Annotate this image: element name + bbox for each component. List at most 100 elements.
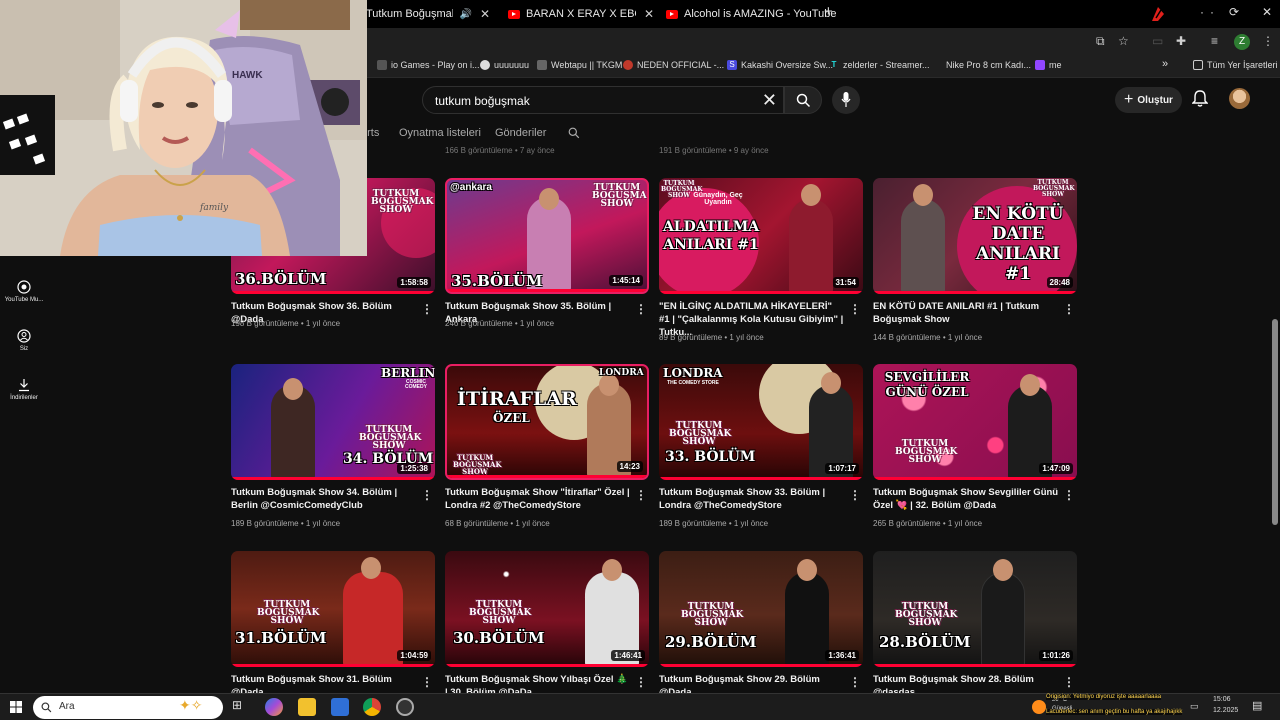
video-card[interactable]: TUTKUM BOĞUŞMAK SHOW 30.BÖLÜM 1:46:41 Tu… xyxy=(445,551,649,698)
video-card[interactable]: TUTKUM BOĞUŞMAK SHOW 31.BÖLÜM 1:04:59 Tu… xyxy=(231,551,435,698)
video-thumbnail[interactable]: TUTKUM BOĞUŞMAK SHOW EN KÖTÜ DATE ANILAR… xyxy=(873,178,1077,294)
more-actions-icon[interactable]: ⋮ xyxy=(635,488,647,502)
video-thumbnail[interactable]: TUTKUM BOĞUŞMAK SHOW Günaydın, Geç Uyand… xyxy=(659,178,863,294)
video-thumbnail[interactable]: SEVGİLİLER GÜNÜ ÖZEL TUTKUM BOĞUŞMAK SHO… xyxy=(873,364,1077,480)
clock-time[interactable]: 15:06 xyxy=(1213,696,1231,703)
more-actions-icon[interactable]: ⋮ xyxy=(421,488,433,502)
search-input[interactable]: tutkum boğuşmak ✕ xyxy=(422,86,784,114)
video-title[interactable]: Tutkum Boğuşmak Show 34. Bölüm | Berlin … xyxy=(231,486,417,512)
create-button[interactable]: + Oluştur xyxy=(1115,87,1182,113)
bookmark-item[interactable]: Nike Pro 8 cm Kadı... xyxy=(932,60,1031,70)
tab-tutkum[interactable]: Tutkum Boğuşmak Show 3· 🔊 ✕ xyxy=(366,3,490,25)
speaker-icon[interactable]: 🔊 xyxy=(459,9,471,20)
menu-kebab-icon[interactable]: ⋮ xyxy=(1262,34,1274,48)
bookmark-item[interactable]: uuuuuuu xyxy=(480,60,529,70)
user-avatar[interactable] xyxy=(1229,88,1250,109)
video-thumbnail[interactable]: @ankara TUTKUM BOĞUŞMAK SHOW 35.BÖLÜM 1:… xyxy=(445,178,649,294)
close-tab-icon[interactable]: ✕ xyxy=(480,7,490,21)
profile-avatar[interactable]: Z xyxy=(1234,34,1250,50)
sidepanel-icon[interactable]: ▭ xyxy=(1152,34,1163,48)
tab-baran[interactable]: BARAN X ERAY X EBONİVON X ✕ xyxy=(508,3,658,25)
page-scrollbar[interactable] xyxy=(1270,121,1280,693)
chip-playlists[interactable]: Oynatma listeleri xyxy=(399,127,481,139)
video-title[interactable]: Tutkum Boğuşmak Show "İtiraflar" Özel | … xyxy=(445,486,631,512)
more-actions-icon[interactable]: ⋮ xyxy=(1063,302,1075,316)
more-actions-icon[interactable]: ⋮ xyxy=(421,302,433,316)
file-explorer-icon[interactable] xyxy=(298,698,316,716)
video-card[interactable]: @ankara TUTKUM BOĞUŞMAK SHOW 35.BÖLÜM 1:… xyxy=(445,178,649,328)
more-actions-icon[interactable]: ⋮ xyxy=(1063,675,1075,689)
chrome-icon[interactable] xyxy=(363,698,381,716)
bookmark-star-icon[interactable]: ☆ xyxy=(1118,34,1129,48)
new-tab-button[interactable]: + xyxy=(824,3,833,20)
more-actions-icon[interactable]: ⋮ xyxy=(849,488,861,502)
more-actions-icon[interactable]: ⋮ xyxy=(849,302,861,316)
video-thumbnail[interactable]: TUTKUM BOĞUŞMAK SHOW 30.BÖLÜM 1:46:41 xyxy=(445,551,649,667)
bookmark-item[interactable]: io Games - Play on i... xyxy=(377,60,480,70)
chip-posts[interactable]: Gönderiler xyxy=(495,127,546,139)
task-view-icon[interactable]: ⊞ xyxy=(232,698,250,716)
video-thumbnail[interactable]: LONDRA İTİRAFLAR ÖZEL TUTKUM BOĞUŞMAK SH… xyxy=(445,364,649,480)
tab-title: Tutkum Boğuşmak Show 3· xyxy=(366,8,454,20)
video-thumbnail[interactable]: BERLIN COSMIC COMEDY TUTKUM BOĞUŞMAK SHO… xyxy=(231,364,435,480)
video-meta: 189 B görüntüleme • 1 yıl önce xyxy=(231,519,341,528)
bookmark-item[interactable]: Tzelderler - Streamer... xyxy=(829,60,930,70)
more-actions-icon[interactable]: ⋮ xyxy=(421,675,433,689)
video-card[interactable]: LONDRA THE COMEDY STORE TUTKUM BOĞUŞMAK … xyxy=(659,364,863,528)
obs-icon[interactable] xyxy=(396,698,414,716)
restore-icon[interactable]: ⟳ xyxy=(1229,5,1239,19)
close-window-icon[interactable]: ✕ xyxy=(1262,5,1272,19)
scrollbar-thumb[interactable] xyxy=(1272,319,1278,525)
more-actions-icon[interactable]: ⋮ xyxy=(1063,488,1075,502)
video-card[interactable]: BERLIN COSMIC COMEDY TUTKUM BOĞUŞMAK SHO… xyxy=(231,364,435,528)
sidebar-item-youtube-music[interactable]: YouTube Mu... xyxy=(0,280,48,303)
extensions-icon[interactable]: ✚ xyxy=(1176,34,1186,48)
media-icon[interactable]: ≡ xyxy=(1211,34,1218,48)
video-card[interactable]: TUTKUM BOĞUŞMAK SHOW 28.BÖLÜM 1:01:26 Tu… xyxy=(873,551,1077,698)
video-card[interactable]: TUTKUM BOĞUŞMAK SHOW EN KÖTÜ DATE ANILAR… xyxy=(873,178,1077,342)
more-actions-icon[interactable]: ⋮ xyxy=(635,675,647,689)
bookmark-item[interactable]: S Kakashi Oversize Sw... xyxy=(727,60,833,70)
sidebar-item-you[interactable]: Siz xyxy=(0,329,48,352)
more-actions-icon[interactable]: ⋮ xyxy=(849,675,861,689)
bookmark-item[interactable]: NEDEN OFFICIAL -... xyxy=(623,60,724,70)
channel-search-icon[interactable] xyxy=(568,127,580,139)
video-title[interactable]: EN KÖTÜ DATE ANILARI #1 | Tutkum Boğuşma… xyxy=(873,300,1059,326)
windows-start-icon[interactable] xyxy=(10,701,22,713)
all-bookmarks-button[interactable]: Tüm Yer İşaretleri xyxy=(1193,60,1278,70)
install-app-icon[interactable]: ⧉ xyxy=(1096,34,1105,49)
taskbar-search-input[interactable]: Ara ✦✧ xyxy=(33,696,223,719)
clear-search-icon[interactable]: ✕ xyxy=(762,90,777,111)
window-control-dot[interactable]: · xyxy=(1210,5,1214,19)
weather-icon[interactable] xyxy=(1032,700,1046,714)
sidebar-item-downloads[interactable]: İndirilenler xyxy=(0,378,48,401)
close-tab-icon[interactable]: ✕ xyxy=(644,7,654,21)
video-card[interactable]: SEVGİLİLER GÜNÜ ÖZEL TUTKUM BOĞUŞMAK SHO… xyxy=(873,364,1077,528)
bookmarks-overflow-button[interactable]: » xyxy=(1162,58,1168,70)
video-duration: 1:36:41 xyxy=(825,650,859,661)
video-title[interactable]: Tutkum Boğuşmak Show 33. Bölüm | Londra … xyxy=(659,486,845,512)
video-card[interactable]: TUTKUM BOĞUŞMAK SHOW 29.BÖLÜM 1:36:41 Tu… xyxy=(659,551,863,698)
microsoft-store-icon[interactable] xyxy=(331,698,349,716)
video-thumbnail[interactable]: TUTKUM BOĞUŞMAK SHOW 31.BÖLÜM 1:04:59 xyxy=(231,551,435,667)
more-actions-icon[interactable]: ⋮ xyxy=(635,302,647,316)
video-card[interactable]: LONDRA İTİRAFLAR ÖZEL TUTKUM BOĞUŞMAK SH… xyxy=(445,364,649,528)
window-control-dot[interactable]: · xyxy=(1200,5,1204,19)
bookmark-item[interactable]: me xyxy=(1035,60,1062,70)
tray-icon[interactable]: ▭ xyxy=(1190,701,1199,712)
bookmark-item[interactable]: Webtapu || TKGM xyxy=(537,60,622,70)
video-thumbnail[interactable]: TUTKUM BOĞUŞMAK SHOW 29.BÖLÜM 1:36:41 xyxy=(659,551,863,667)
video-card[interactable]: TUTKUM BOĞUŞMAK SHOW Günaydın, Geç Uyand… xyxy=(659,178,863,342)
clock-date[interactable]: 12.2025 xyxy=(1213,707,1238,714)
tab-alcohol[interactable]: Alcohol is AMAZING - YouTube ✕ xyxy=(666,3,836,25)
search-button[interactable] xyxy=(784,86,822,114)
copilot-icon[interactable] xyxy=(265,698,283,716)
video-thumbnail[interactable]: LONDRA THE COMEDY STORE TUTKUM BOĞUŞMAK … xyxy=(659,364,863,480)
show-logo: TUTKUM BOĞUŞMAK SHOW xyxy=(371,189,434,215)
voice-search-button[interactable] xyxy=(832,86,860,114)
video-title[interactable]: Tutkum Boğuşmak Show Sevgililer Günü Öze… xyxy=(873,486,1059,512)
extension-logo-icon[interactable] xyxy=(1148,4,1168,24)
notification-center-icon[interactable]: ▤ xyxy=(1252,699,1262,712)
video-thumbnail[interactable]: TUTKUM BOĞUŞMAK SHOW 28.BÖLÜM 1:01:26 xyxy=(873,551,1077,667)
notifications-bell-icon[interactable] xyxy=(1192,90,1208,108)
